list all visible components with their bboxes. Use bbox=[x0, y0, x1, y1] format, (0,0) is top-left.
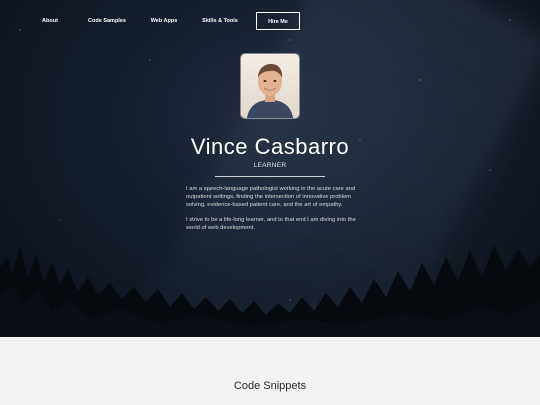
hero-banner: About Code Samples Web Apps Skills & Too… bbox=[0, 0, 540, 337]
bio-paragraph-2: I strive to be a life-long learner, and … bbox=[186, 217, 356, 231]
role-subtitle: LEARNER bbox=[253, 162, 287, 169]
avatar bbox=[241, 54, 299, 118]
bio-text: I am a speech-language pathologist worki… bbox=[186, 185, 360, 239]
page-title: Vince Casbarro bbox=[190, 134, 350, 159]
hire-me-button[interactable]: Hire Me bbox=[256, 12, 300, 30]
divider bbox=[215, 176, 325, 177]
bio-paragraph-1: I am a speech-language pathologist worki… bbox=[186, 186, 356, 208]
nav-skills-tools[interactable]: Skills & Tools bbox=[196, 12, 244, 30]
code-snippets-section: Code Snippets bbox=[0, 337, 540, 405]
main-navigation: About Code Samples Web Apps Skills & Too… bbox=[0, 12, 540, 30]
section-heading: Code Snippets bbox=[233, 380, 307, 392]
nav-code-samples[interactable]: Code Samples bbox=[82, 12, 132, 30]
nav-web-apps[interactable]: Web Apps bbox=[144, 12, 184, 30]
profile-photo bbox=[241, 54, 299, 118]
nav-about[interactable]: About bbox=[32, 12, 68, 30]
forest-silhouette bbox=[0, 245, 540, 337]
